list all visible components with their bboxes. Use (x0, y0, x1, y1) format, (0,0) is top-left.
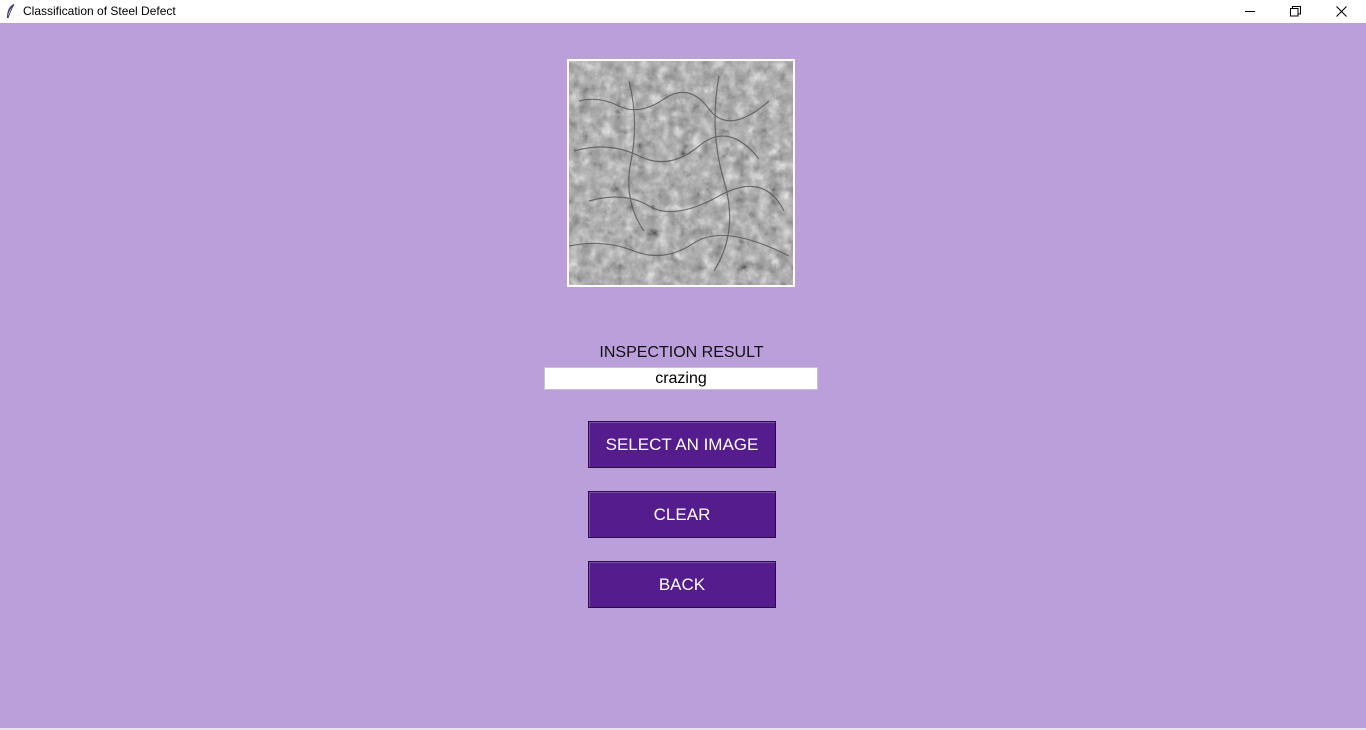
inspection-result-field[interactable]: crazing (544, 367, 818, 390)
inspection-result-label: INSPECTION RESULT (599, 344, 764, 361)
back-button[interactable]: BACK (588, 561, 776, 608)
feather-icon (7, 3, 15, 19)
image-texture (569, 61, 793, 285)
app-window: Classification of Steel Defect INSPECTIO… (0, 0, 1366, 730)
minimize-icon (1245, 11, 1255, 12)
restore-icon (1290, 6, 1301, 17)
close-button[interactable] (1318, 0, 1364, 23)
restore-button[interactable] (1272, 0, 1318, 23)
window-title: Classification of Steel Defect (23, 4, 176, 18)
close-icon (1336, 6, 1347, 17)
title-bar[interactable]: Classification of Steel Defect (0, 0, 1366, 23)
clear-button[interactable]: CLEAR (588, 491, 776, 538)
main-panel: INSPECTION RESULT crazing SELECT AN IMAG… (0, 23, 1366, 728)
steel-surface-image (567, 59, 795, 287)
select-image-button[interactable]: SELECT AN IMAGE (588, 421, 776, 468)
minimize-button[interactable] (1227, 0, 1273, 23)
